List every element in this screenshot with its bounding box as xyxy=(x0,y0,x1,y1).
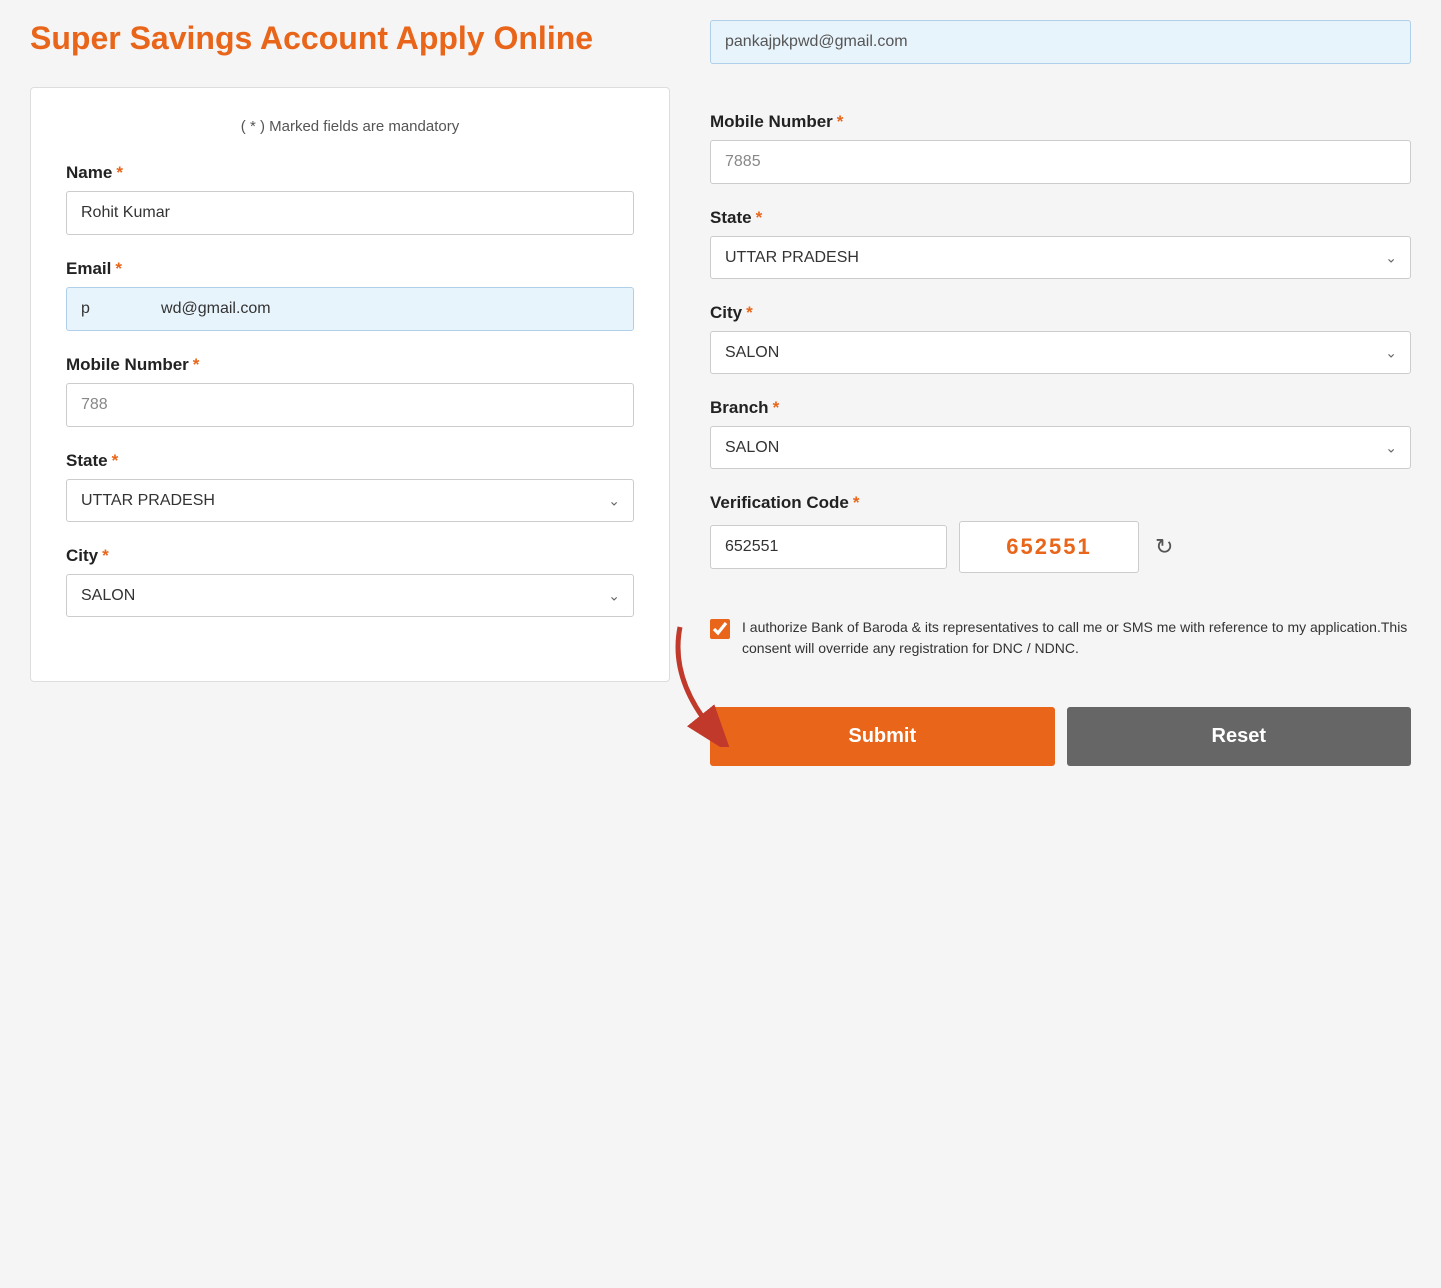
mobile-required-star: * xyxy=(193,355,200,374)
right-mobile-label: Mobile Number* xyxy=(710,112,1411,132)
branch-required-star: * xyxy=(773,398,780,417)
state-required-star: * xyxy=(112,451,119,470)
verification-group: Verification Code* 652551 ↻ xyxy=(710,493,1411,573)
city-select-wrapper: SALON ⌄ xyxy=(66,574,634,617)
mobile-input[interactable] xyxy=(66,383,634,427)
right-state-group: State* UTTAR PRADESH ⌄ xyxy=(710,208,1411,279)
left-form-card: ( * ) Marked fields are mandatory Name* … xyxy=(30,87,670,682)
verification-code-display: 652551 xyxy=(959,521,1139,573)
right-city-required-star: * xyxy=(746,303,753,322)
name-label: Name* xyxy=(66,163,634,183)
state-group: State* UTTAR PRADESH ⌄ xyxy=(66,451,634,522)
right-email-input[interactable] xyxy=(710,20,1411,64)
right-mobile-input[interactable] xyxy=(710,140,1411,184)
branch-select-wrapper: SALON ⌄ xyxy=(710,426,1411,469)
state-select[interactable]: UTTAR PRADESH xyxy=(66,479,634,522)
mobile-group: Mobile Number* xyxy=(66,355,634,427)
city-required-star: * xyxy=(102,546,109,565)
verification-label: Verification Code* xyxy=(710,493,1411,513)
right-column: Mobile Number* State* UTTAR PRADESH ⌄ xyxy=(710,20,1411,766)
right-state-select[interactable]: UTTAR PRADESH xyxy=(710,236,1411,279)
page-title: Super Savings Account Apply Online xyxy=(30,20,670,57)
right-email-group xyxy=(710,20,1411,88)
right-form: Mobile Number* State* UTTAR PRADESH ⌄ xyxy=(710,20,1411,766)
right-city-select[interactable]: SALON xyxy=(710,331,1411,374)
branch-label: Branch* xyxy=(710,398,1411,418)
right-state-select-wrapper: UTTAR PRADESH ⌄ xyxy=(710,236,1411,279)
right-state-label: State* xyxy=(710,208,1411,228)
email-required-star: * xyxy=(115,259,122,278)
verification-required-star: * xyxy=(853,493,860,512)
consent-text: I authorize Bank of Baroda & its represe… xyxy=(742,617,1411,659)
verification-input[interactable] xyxy=(710,525,947,569)
refresh-button[interactable]: ↻ xyxy=(1151,530,1177,564)
submit-button[interactable]: Submit xyxy=(710,707,1055,766)
state-select-wrapper: UTTAR PRADESH ⌄ xyxy=(66,479,634,522)
branch-group: Branch* SALON ⌄ xyxy=(710,398,1411,469)
state-label: State* xyxy=(66,451,634,471)
reset-button[interactable]: Reset xyxy=(1067,707,1412,766)
email-input[interactable] xyxy=(66,287,634,331)
email-group: Email* xyxy=(66,259,634,331)
name-group: Name* xyxy=(66,163,634,235)
action-buttons: Submit Reset xyxy=(710,707,1411,766)
right-city-group: City* SALON ⌄ xyxy=(710,303,1411,374)
verification-row: 652551 ↻ xyxy=(710,521,1411,573)
city-group: City* SALON ⌄ xyxy=(66,546,634,617)
consent-checkbox[interactable] xyxy=(710,619,730,639)
name-input[interactable] xyxy=(66,191,634,235)
branch-select[interactable]: SALON xyxy=(710,426,1411,469)
email-label: Email* xyxy=(66,259,634,279)
name-required-star: * xyxy=(116,163,123,182)
mandatory-note: ( * ) Marked fields are mandatory xyxy=(66,118,634,135)
right-city-select-wrapper: SALON ⌄ xyxy=(710,331,1411,374)
right-state-required-star: * xyxy=(756,208,763,227)
city-select[interactable]: SALON xyxy=(66,574,634,617)
mobile-label: Mobile Number* xyxy=(66,355,634,375)
right-mobile-required-star: * xyxy=(837,112,844,131)
left-column: Super Savings Account Apply Online ( * )… xyxy=(30,20,670,766)
consent-row: I authorize Bank of Baroda & its represe… xyxy=(710,617,1411,659)
city-label: City* xyxy=(66,546,634,566)
right-mobile-group: Mobile Number* xyxy=(710,112,1411,184)
action-area: Submit Reset xyxy=(710,697,1411,766)
right-city-label: City* xyxy=(710,303,1411,323)
